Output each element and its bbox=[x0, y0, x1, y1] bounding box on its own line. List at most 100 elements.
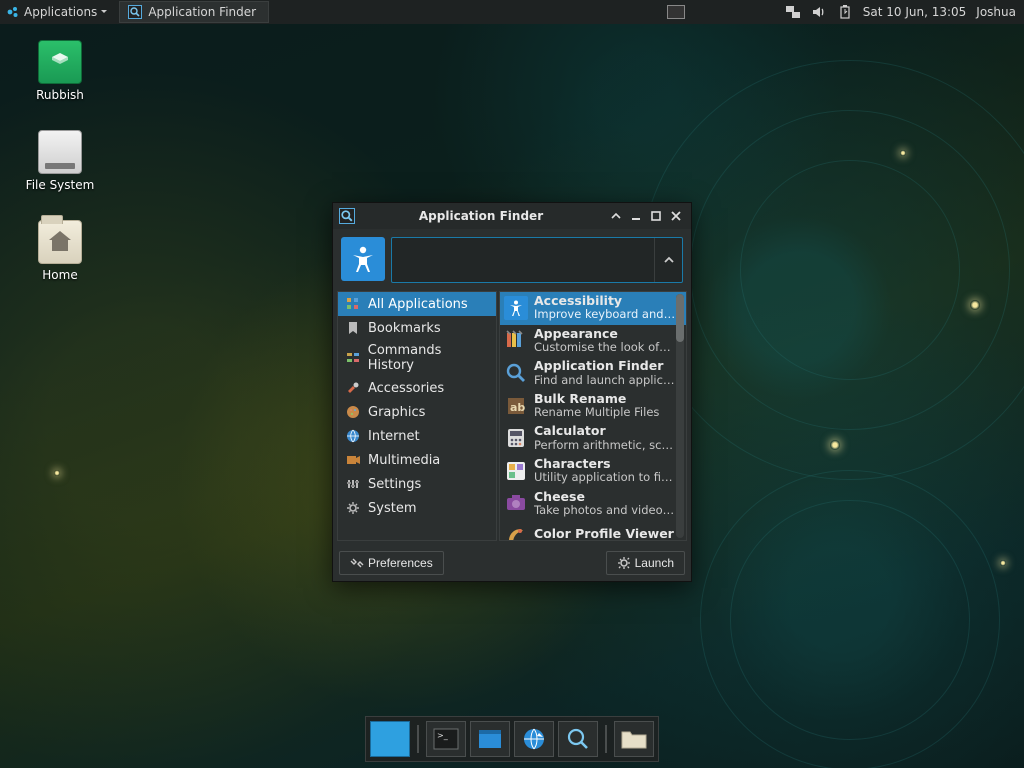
dock-show-desktop[interactable] bbox=[370, 721, 410, 757]
category-item[interactable]: Accessories bbox=[338, 376, 496, 400]
chevron-up-icon bbox=[663, 254, 675, 266]
category-item[interactable]: Graphics bbox=[338, 400, 496, 424]
trash-icon bbox=[38, 40, 82, 84]
taskbar-app-label: Application Finder bbox=[148, 5, 256, 19]
category-label: All Applications bbox=[368, 297, 468, 312]
user-menu-label[interactable]: Joshua bbox=[976, 5, 1016, 19]
trash-label: Rubbish bbox=[36, 88, 84, 102]
app-description: Perform arithmetic, sc… bbox=[534, 439, 673, 452]
search-field-wrap bbox=[391, 237, 683, 283]
app-description: Customise the look of… bbox=[534, 341, 671, 354]
category-item[interactable]: All Applications bbox=[338, 292, 496, 316]
home-desktop-icon[interactable]: Home bbox=[20, 220, 100, 282]
applications-menu-label: Applications bbox=[24, 5, 97, 19]
category-label: Internet bbox=[368, 429, 420, 444]
app-description: Find and launch applic… bbox=[534, 374, 674, 387]
search-dropdown-button[interactable] bbox=[654, 238, 682, 282]
application-item[interactable]: AppearanceCustomise the look of… bbox=[500, 325, 686, 358]
window-shade-button[interactable] bbox=[607, 207, 625, 225]
applications-menu-button[interactable]: Applications bbox=[0, 0, 113, 24]
application-item[interactable]: abBulk RenameRename Multiple Files bbox=[500, 390, 686, 423]
category-item[interactable]: Settings bbox=[338, 472, 496, 496]
app-description: Utility application to fi… bbox=[534, 471, 673, 484]
launch-button[interactable]: Launch bbox=[606, 551, 685, 575]
launch-label: Launch bbox=[635, 556, 674, 570]
application-item[interactable]: Color Profile Viewer bbox=[500, 520, 686, 540]
app-title: Bulk Rename bbox=[534, 392, 659, 406]
history-icon bbox=[344, 349, 362, 367]
clock-label[interactable]: Sat 10 Jun, 13:05 bbox=[863, 5, 967, 19]
application-item[interactable]: AccessibilityImprove keyboard and… bbox=[500, 292, 686, 325]
magnifier-icon bbox=[339, 208, 355, 224]
window-close-button[interactable] bbox=[667, 207, 685, 225]
disk-icon bbox=[38, 130, 82, 174]
apps-icon bbox=[344, 295, 362, 313]
scrollbar-thumb[interactable] bbox=[676, 294, 684, 342]
category-label: Settings bbox=[368, 477, 421, 492]
preferences-label: Preferences bbox=[368, 556, 433, 570]
category-item[interactable]: Multimedia bbox=[338, 448, 496, 472]
category-label: Graphics bbox=[368, 405, 425, 420]
magnifier-icon bbox=[128, 5, 142, 19]
application-finder-window: Application Finder All Applications Bookm… bbox=[332, 202, 692, 582]
app-description: Take photos and video… bbox=[534, 504, 674, 517]
trash-desktop-icon[interactable]: Rubbish bbox=[20, 40, 100, 102]
window-maximize-button[interactable] bbox=[647, 207, 665, 225]
volume-icon[interactable] bbox=[811, 4, 827, 20]
category-item[interactable]: Internet bbox=[338, 424, 496, 448]
filesystem-label: File System bbox=[26, 178, 95, 192]
category-item[interactable]: Bookmarks bbox=[338, 316, 496, 340]
taskbar-app-button[interactable]: Application Finder bbox=[119, 1, 269, 23]
workspace-switcher[interactable] bbox=[667, 5, 685, 19]
multimedia-icon bbox=[344, 451, 362, 469]
dock-file-manager[interactable] bbox=[470, 721, 510, 757]
home-label: Home bbox=[42, 268, 77, 282]
search-input[interactable] bbox=[392, 238, 654, 282]
dock-app-finder[interactable] bbox=[558, 721, 598, 757]
bottom-dock: >_ bbox=[365, 716, 659, 762]
dock-separator bbox=[414, 721, 422, 757]
app-title: Characters bbox=[534, 457, 673, 471]
category-item[interactable]: System bbox=[338, 496, 496, 520]
application-item[interactable]: Application FinderFind and launch applic… bbox=[500, 357, 686, 390]
window-minimize-button[interactable] bbox=[627, 207, 645, 225]
system-icon bbox=[344, 499, 362, 517]
wrench-icon bbox=[350, 556, 364, 570]
rename-icon: ab bbox=[504, 394, 528, 418]
network-icon[interactable] bbox=[785, 4, 801, 20]
dock-web-browser[interactable] bbox=[514, 721, 554, 757]
power-icon[interactable] bbox=[837, 4, 853, 20]
dock-terminal[interactable]: >_ bbox=[426, 721, 466, 757]
category-label: System bbox=[368, 501, 416, 516]
application-item[interactable]: CheeseTake photos and video… bbox=[500, 488, 686, 521]
top-panel: Applications Application Finder Sat 10 J… bbox=[0, 0, 1024, 24]
folder-icon bbox=[38, 220, 82, 264]
window-titlebar[interactable]: Application Finder bbox=[333, 203, 691, 229]
accessibility-icon bbox=[341, 237, 385, 281]
app-title: Calculator bbox=[534, 424, 673, 438]
category-item[interactable]: Commands History bbox=[338, 340, 496, 376]
gear-icon bbox=[617, 556, 631, 570]
color-icon bbox=[504, 522, 528, 540]
accessories-icon bbox=[344, 379, 362, 397]
category-list[interactable]: All Applications Bookmarks Commands Histor… bbox=[337, 291, 497, 541]
dock-folder[interactable] bbox=[614, 721, 654, 757]
preferences-button[interactable]: Preferences bbox=[339, 551, 444, 575]
category-label: Bookmarks bbox=[368, 321, 441, 336]
category-label: Commands History bbox=[368, 343, 490, 373]
graphics-icon bbox=[344, 403, 362, 421]
svg-text:>_: >_ bbox=[437, 731, 449, 740]
app-title: Accessibility bbox=[534, 294, 675, 308]
app-description: Improve keyboard and… bbox=[534, 308, 675, 321]
dock-separator bbox=[602, 721, 610, 757]
bookmark-icon bbox=[344, 319, 362, 337]
category-label: Multimedia bbox=[368, 453, 440, 468]
filesystem-desktop-icon[interactable]: File System bbox=[20, 130, 100, 192]
application-item[interactable]: CharactersUtility application to fi… bbox=[500, 455, 686, 488]
application-item[interactable]: CalculatorPerform arithmetic, sc… bbox=[500, 422, 686, 455]
application-list[interactable]: AccessibilityImprove keyboard and…Appear… bbox=[499, 291, 687, 541]
calc-icon bbox=[504, 426, 528, 450]
chevron-icon bbox=[101, 9, 107, 15]
app-title: Application Finder bbox=[534, 359, 674, 373]
category-label: Accessories bbox=[368, 381, 444, 396]
